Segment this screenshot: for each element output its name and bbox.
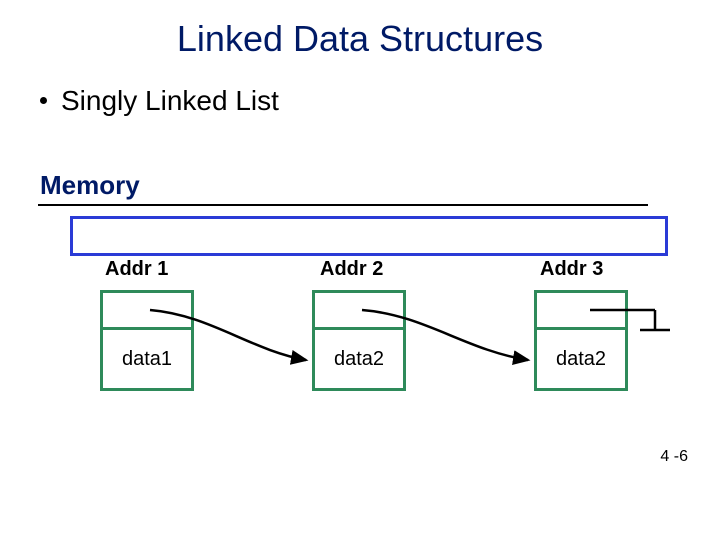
node-3: data2 [534, 290, 628, 391]
memory-underline [38, 204, 648, 206]
slide-title: Linked Data Structures [0, 18, 720, 60]
page-number: 4 -6 [660, 448, 688, 466]
node-3-data-cell: data2 [537, 330, 625, 388]
node-1: data1 [100, 290, 194, 391]
node-2-data-cell: data2 [315, 330, 403, 388]
node-2: data2 [312, 290, 406, 391]
addr-label-2: Addr 2 [320, 258, 383, 281]
slide: { "title": "Linked Data Structures", "bu… [0, 0, 720, 540]
bullet-text: Singly Linked List [61, 85, 279, 116]
node-1-pointer-cell [103, 293, 191, 330]
node-1-data-cell: data1 [103, 330, 191, 388]
memory-heading: Memory [40, 170, 140, 201]
node-2-pointer-cell [315, 293, 403, 330]
node-3-pointer-cell [537, 293, 625, 330]
bullet-dot-icon [40, 97, 47, 104]
bullet-line: Singly Linked List [40, 85, 279, 117]
addr-label-3: Addr 3 [540, 258, 603, 281]
memory-strip [70, 216, 668, 256]
addr-label-1: Addr 1 [105, 258, 168, 281]
